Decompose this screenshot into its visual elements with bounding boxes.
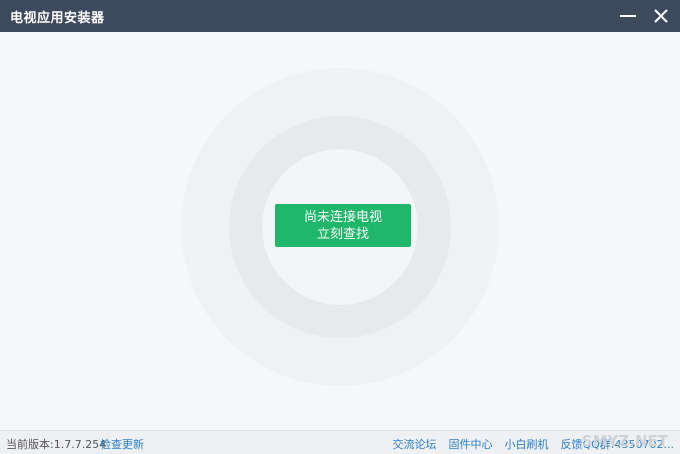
version-info: 当前版本:1.7.7.254	[6, 436, 106, 452]
main-area: 尚未连接电视 立刻查找	[0, 32, 680, 430]
close-icon	[654, 9, 668, 23]
close-button[interactable]	[645, 0, 677, 32]
minimize-button[interactable]	[612, 0, 644, 32]
window-title: 电视应用安装器	[10, 11, 105, 26]
find-tv-button[interactable]: 尚未连接电视 立刻查找	[275, 204, 411, 247]
status-bar: 当前版本:1.7.7.254 检查更新 交流论坛 固件中心 小白刷机 反馈QQ群…	[0, 430, 680, 454]
minimize-icon	[620, 15, 636, 17]
check-update-link[interactable]: 检查更新	[100, 436, 144, 452]
version-label: 当前版本:	[6, 438, 54, 451]
version-value: 1.7.7.254	[53, 438, 107, 451]
connect-status-text: 尚未连接电视	[303, 209, 382, 225]
firmware-center-link[interactable]: 固件中心	[448, 436, 492, 452]
flash-guide-link[interactable]: 小白刷机	[504, 436, 548, 452]
title-bar: 电视应用安装器	[0, 0, 680, 32]
find-now-text: 立刻查找	[316, 226, 369, 242]
forum-link[interactable]: 交流论坛	[392, 436, 436, 452]
watermark: SMYZ.NET	[581, 432, 668, 450]
